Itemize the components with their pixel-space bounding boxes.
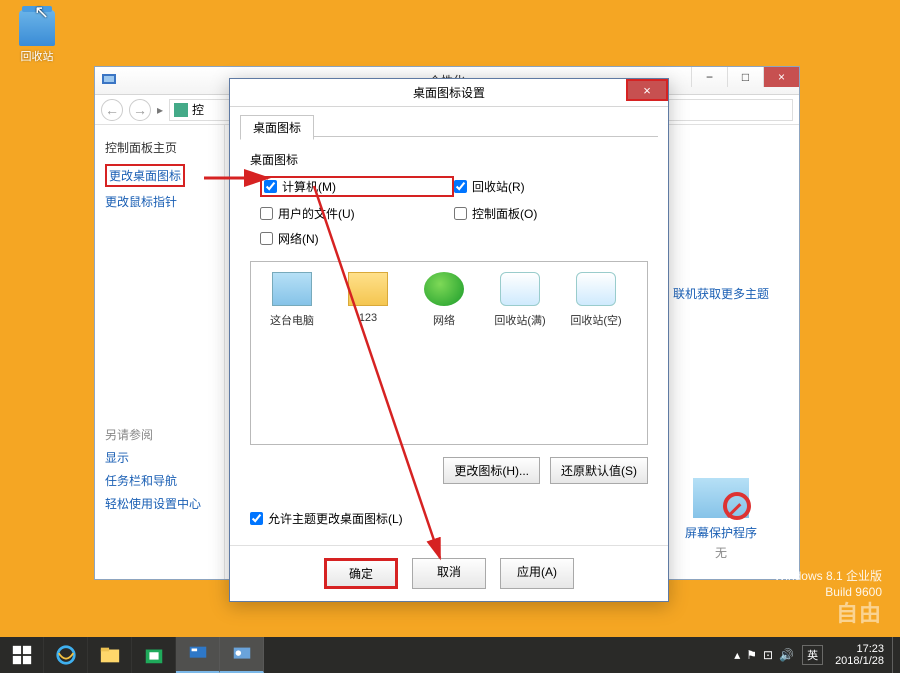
icon-network-label: 网络 [409,312,479,328]
bin-empty-icon [576,272,616,306]
close-button[interactable]: × [763,67,799,87]
screensaver-label: 屏幕保护程序 [673,524,769,541]
tray-icons[interactable]: ▴ ⚑ ⊡ 🔊 [734,648,794,662]
taskbar-app-2[interactable] [220,637,264,673]
breadcrumb-text: 控 [192,101,204,118]
folder-icon [348,272,388,306]
checkbox-userfiles[interactable]: 用户的文件(U) [260,205,454,222]
checkbox-controlpanel-label: 控制面板(O) [472,205,537,222]
sidebar-change-desktop-icons[interactable]: 更改桌面图标 [105,164,185,187]
sidebar-home[interactable]: 控制面板主页 [105,139,214,156]
cancel-button[interactable]: 取消 [412,558,486,589]
apply-button[interactable]: 应用(A) [500,558,574,589]
checkbox-userfiles-label: 用户的文件(U) [278,205,355,222]
checkbox-recycle-label: 回收站(R) [472,178,525,195]
ime-indicator[interactable]: 英 [802,645,823,665]
screensaver-box[interactable]: 屏幕保护程序 无 [673,478,769,561]
nav-back-button[interactable]: ← [101,99,123,121]
recycle-bin-label: 回收站 [12,48,62,64]
taskbar: ▴ ⚑ ⊡ 🔊 英 17:23 2018/1/28 [0,637,900,673]
maximize-button[interactable]: □ [727,67,763,87]
sidebar: 控制面板主页 更改桌面图标 更改鼠标指针 另请参阅 显示 任务栏和导航 轻松使用… [95,125,225,579]
desktop-icon-settings-dialog: 桌面图标设置 × 桌面图标 桌面图标 计算机(M) 回收站(R) 用户的文件(U… [229,78,669,602]
screensaver-none: 无 [673,544,769,561]
icon-this-pc-label: 这台电脑 [257,312,327,328]
nav-up-icon[interactable]: ▸ [157,103,163,117]
icon-bin-empty[interactable]: 回收站(空) [561,272,631,328]
checkbox-network-label: 网络(N) [278,230,319,247]
volume-icon[interactable]: 🔊 [779,648,794,662]
change-icon-button[interactable]: 更改图标(H)... [443,457,540,484]
dialog-titlebar: 桌面图标设置 × [230,79,668,107]
minimize-button[interactable]: − [691,67,727,87]
sidebar-change-pointers[interactable]: 更改鼠标指针 [105,193,214,210]
checkbox-controlpanel-input[interactable] [454,207,467,220]
icon-bin-empty-label: 回收站(空) [561,312,631,328]
sidebar-ease-center[interactable]: 轻松使用设置中心 [105,495,214,512]
bin-full-icon [500,272,540,306]
icon-user-folder-label: 123 [333,312,403,324]
taskbar-ie[interactable] [44,637,88,673]
checkbox-userfiles-input[interactable] [260,207,273,220]
icon-preview-box: 这台电脑 123 网络 回收站(满) 回收站(空) [250,261,648,445]
breadcrumb-icon [174,103,188,117]
sidebar-see-also: 另请参阅 [105,426,214,443]
start-button[interactable] [0,637,44,673]
checkbox-computer[interactable]: 计算机(M) [260,176,454,197]
taskbar-explorer[interactable] [88,637,132,673]
taskbar-app-1[interactable] [176,637,220,673]
network-icon [424,272,464,306]
taskbar-date: 2018/1/28 [835,655,884,667]
brand-watermark: 自由 [774,600,882,629]
screensaver-icon [693,478,749,518]
taskbar-time: 17:23 [835,643,884,655]
icon-bin-full-label: 回收站(满) [485,312,555,328]
icon-network[interactable]: 网络 [409,272,479,328]
dialog-close-button[interactable]: × [626,79,668,101]
network-tray-icon[interactable]: ⊡ [763,648,773,662]
tray-up-icon[interactable]: ▴ [734,648,740,662]
desktop-watermark: Windows 8.1 企业版 Build 9600 自由 [774,569,882,629]
show-desktop-button[interactable] [892,637,898,673]
checkbox-allow-themes-input[interactable] [250,512,263,525]
flag-icon[interactable]: ⚑ [746,648,757,662]
tab-desktop-icons[interactable]: 桌面图标 [240,115,314,140]
nav-forward-button[interactable]: → [129,99,151,121]
taskbar-clock[interactable]: 17:23 2018/1/28 [835,643,884,667]
desktop-build: Build 9600 [774,585,882,601]
taskbar-store[interactable] [132,637,176,673]
restore-default-button[interactable]: 还原默认值(S) [550,457,648,484]
computer-icon [272,272,312,306]
personalization-icon [101,71,117,87]
sidebar-display[interactable]: 显示 [105,449,214,466]
icon-bin-full[interactable]: 回收站(满) [485,272,555,328]
desktop-edition: Windows 8.1 企业版 [774,569,882,585]
checkbox-network[interactable]: 网络(N) [260,230,454,247]
checkbox-recycle-input[interactable] [454,180,467,193]
icon-user-folder[interactable]: 123 [333,272,403,324]
checkbox-network-input[interactable] [260,232,273,245]
checkbox-controlpanel[interactable]: 控制面板(O) [454,205,648,222]
dialog-tabstrip: 桌面图标 [240,113,658,137]
dialog-title: 桌面图标设置 [413,84,485,101]
checkbox-recycle[interactable]: 回收站(R) [454,176,648,197]
cursor-icon: ↖ [34,2,49,23]
checkbox-allow-themes[interactable]: 允许主题更改桌面图标(L) [250,510,648,527]
sidebar-taskbar-nav[interactable]: 任务栏和导航 [105,472,214,489]
checkbox-computer-input[interactable] [264,180,277,193]
icon-this-pc[interactable]: 这台电脑 [257,272,327,328]
checkbox-computer-label: 计算机(M) [282,178,336,195]
checkbox-allow-themes-label: 允许主题更改桌面图标(L) [268,510,403,527]
group-desktop-icons: 桌面图标 [250,151,648,168]
more-themes-link[interactable]: 联机获取更多主题 [673,285,769,302]
ok-button[interactable]: 确定 [324,558,398,589]
